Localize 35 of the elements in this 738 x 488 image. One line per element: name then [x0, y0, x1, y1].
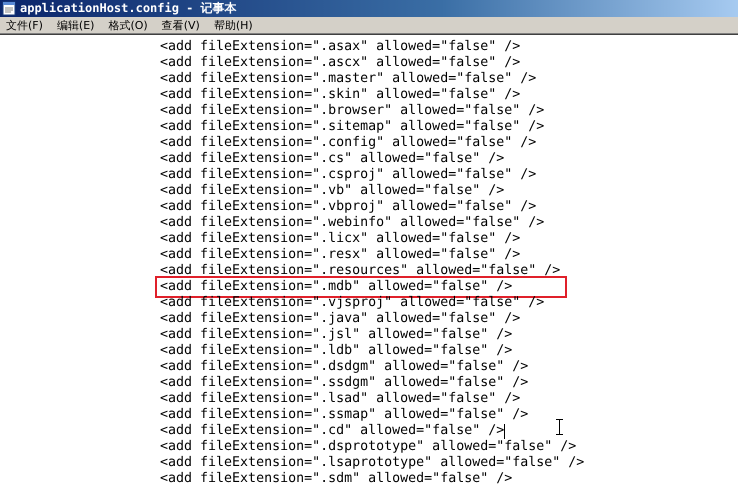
code-line: <add fileExtension=".lsad" allowed="false" /> [160, 391, 520, 407]
code-line: <add fileExtension=".resx" allowed="false" /> [160, 247, 520, 263]
code-line: <add fileExtension=".ascx" allowed="false" /> [160, 55, 520, 71]
code-line: <add fileExtension=".webinfo" allowed="false" /> [160, 215, 544, 231]
window-title: applicationHost.config - 记事本 [20, 0, 237, 17]
code-line: <add fileExtension=".config" allowed="false" /> [160, 135, 536, 151]
code-line: <add fileExtension=".ldb" allowed="false" /> [160, 343, 512, 359]
menu-item[interactable]: 帮助(H) [212, 18, 255, 32]
code-line: <add fileExtension=".skin" allowed="false" /> [160, 87, 520, 103]
menu-item[interactable]: 文件(F) [4, 18, 45, 32]
code-line: <add fileExtension=".vbproj" allowed="false" /> [160, 199, 536, 215]
menu-item[interactable]: 查看(V) [160, 18, 202, 32]
code-line: <add fileExtension=".csproj" allowed="false" /> [160, 167, 536, 183]
i-beam-cursor-icon [556, 419, 563, 435]
code-line: <add fileExtension=".dsdgm" allowed="false" /> [160, 359, 528, 375]
code-line: <add fileExtension=".lsaprototype" allowed="false" /> [160, 455, 584, 471]
code-line: <add fileExtension=".licx" allowed="false" /> [160, 231, 520, 247]
code-line: <add fileExtension=".vjsproj" allowed="false" /> [160, 295, 544, 311]
code-line: <add fileExtension=".cs" allowed="false" /> [160, 151, 504, 167]
menu-item[interactable]: 格式(O) [106, 18, 150, 32]
code-line: <add fileExtension=".resources" allowed="false" /> [160, 263, 560, 279]
code-line: <add fileExtension=".dsprototype" allowed="false" /> [160, 439, 576, 455]
code-line: <add fileExtension=".ssdgm" allowed="false" /> [160, 375, 528, 391]
code-line: <add fileExtension=".cd" allowed="false" /> [160, 423, 504, 439]
menu-item[interactable]: 编辑(E) [54, 18, 96, 32]
code-line: <add fileExtension=".sdm" allowed="false" /> [160, 471, 512, 487]
code-line: <add fileExtension=".master" allowed="false" /> [160, 71, 536, 87]
code-line: <add fileExtension=".browser" allowed="false" /> [160, 103, 544, 119]
code-line: <add fileExtension=".java" allowed="false" /> [160, 311, 520, 327]
code-line: <add fileExtension=".sitemap" allowed="false" /> [160, 119, 544, 135]
code-line: <add fileExtension=".asax" allowed="false" /> [160, 39, 520, 55]
highlighted-code-line: <add fileExtension=".mdb" allowed="false" /> [160, 279, 512, 295]
code-line: <add fileExtension=".jsl" allowed="false" /> [160, 327, 512, 343]
code-line: <add fileExtension=".vb" allowed="false" /> [160, 183, 504, 199]
code-line: <add fileExtension=".ssmap" allowed="false" /> [160, 407, 528, 423]
